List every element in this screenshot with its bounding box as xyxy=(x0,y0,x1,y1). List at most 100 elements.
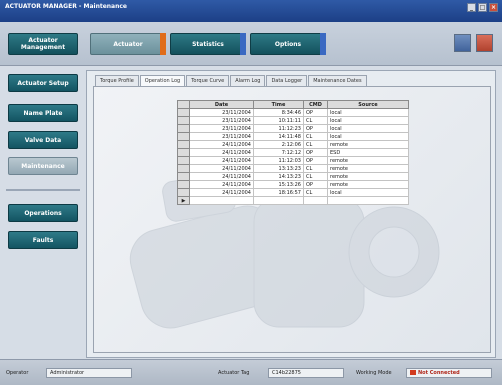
exit-icon[interactable] xyxy=(476,34,493,52)
table-body: 23/11/2004 8:34:46 OP local 23/11/2004 10:11… xyxy=(177,108,409,205)
row-selector[interactable] xyxy=(177,132,190,141)
table-row[interactable]: 24/11/2004 2:12:06 CL remote xyxy=(177,140,409,149)
cell-source: remote xyxy=(327,164,409,173)
cell-date: 23/11/2004 xyxy=(189,108,254,117)
cell-date: 24/11/2004 xyxy=(189,148,254,157)
cell-date: 23/11/2004 xyxy=(189,124,254,133)
tab-label: Maintenance Dates xyxy=(313,78,362,84)
cell-cmd: OP xyxy=(303,156,328,165)
sidebar-item-label: Maintenance xyxy=(21,162,65,170)
operation-log-panel: Date Time CMD Source 23/11/2004 8:34:46 OP… xyxy=(93,86,491,353)
cell-time: 11:12:23 xyxy=(253,124,304,133)
cell-time: 15:13:26 xyxy=(253,180,304,189)
cell-source: remote xyxy=(327,156,409,165)
row-selector[interactable] xyxy=(177,180,190,189)
cell-time: 14:13:23 xyxy=(253,172,304,181)
table-row[interactable]: 23/11/2004 11:12:23 OP local xyxy=(177,124,409,133)
cell-date: 24/11/2004 xyxy=(189,180,254,189)
column-header-source[interactable]: Source xyxy=(327,100,409,109)
sidebar-item-valve-data[interactable]: Valve Data xyxy=(8,131,78,149)
table-row[interactable]: 23/11/2004 14:11:48 CL local xyxy=(177,132,409,141)
sidebar-item-label: Actuator Setup xyxy=(17,79,69,87)
row-selector[interactable] xyxy=(177,108,190,117)
title-bar: ACTUATOR MANAGER - Maintenance _ □ × xyxy=(0,0,502,22)
table-row-new[interactable]: ▶ xyxy=(177,196,409,205)
sidebar-item-actuator-setup[interactable]: Actuator Setup xyxy=(8,74,78,92)
cell-date: 24/11/2004 xyxy=(189,172,254,181)
actuator-tag-field: C14b22875 xyxy=(268,368,344,378)
sidebar-item-label: Valve Data xyxy=(24,136,62,144)
cell-empty xyxy=(253,196,304,205)
tab-label: Operation Log xyxy=(144,78,181,84)
new-row-pointer-icon[interactable]: ▶ xyxy=(177,196,190,205)
column-header-date[interactable]: Date xyxy=(189,100,254,109)
cell-date: 23/11/2004 xyxy=(189,116,254,125)
sidebar-item-label: Faults xyxy=(32,236,54,244)
sidebar-item-maintenance[interactable]: Maintenance xyxy=(8,157,78,175)
sidebar-item-name-plate[interactable]: Name Plate xyxy=(8,104,78,122)
table-row[interactable]: 24/11/2004 15:13:26 OP remote xyxy=(177,180,409,189)
column-header-cmd[interactable]: CMD xyxy=(303,100,328,109)
cell-cmd: OP xyxy=(303,148,328,157)
row-selector[interactable] xyxy=(177,164,190,173)
cell-date: 24/11/2004 xyxy=(189,164,254,173)
cell-source: local xyxy=(327,132,409,141)
cell-cmd: CL xyxy=(303,132,328,141)
table-row[interactable]: 24/11/2004 7:12:12 OP ESD xyxy=(177,148,409,157)
help-icon[interactable] xyxy=(454,34,471,52)
cell-time: 2:12:06 xyxy=(253,140,304,149)
table-row[interactable]: 24/11/2004 11:12:03 OP remote xyxy=(177,156,409,165)
operation-log-table[interactable]: Date Time CMD Source 23/11/2004 8:34:46 OP… xyxy=(177,100,409,205)
cell-cmd: OP xyxy=(303,108,328,117)
cell-empty xyxy=(327,196,409,205)
row-selector[interactable] xyxy=(177,116,190,125)
top-navigation: Actuator Management Actuator Statistics … xyxy=(0,22,502,66)
tab-label: Actuator xyxy=(113,40,143,48)
cell-date: 23/11/2004 xyxy=(189,132,254,141)
cell-time: 7:12:12 xyxy=(253,148,304,157)
tab-options[interactable]: Options xyxy=(250,33,326,55)
window-title: ACTUATOR MANAGER - Maintenance xyxy=(5,3,128,10)
cell-source: remote xyxy=(327,140,409,149)
table-row[interactable]: 24/11/2004 18:16:57 CL local xyxy=(177,188,409,197)
maximize-icon[interactable]: □ xyxy=(478,3,487,12)
table-row[interactable]: 24/11/2004 14:13:23 CL remote xyxy=(177,172,409,181)
cell-source: remote xyxy=(327,180,409,189)
column-header-time[interactable]: Time xyxy=(253,100,304,109)
cell-time: 14:11:48 xyxy=(253,132,304,141)
row-selector-header xyxy=(177,100,190,109)
tab-label: Statistics xyxy=(192,40,224,48)
sidebar-item-label: Operations xyxy=(24,209,62,217)
row-selector[interactable] xyxy=(177,140,190,149)
row-selector[interactable] xyxy=(177,156,190,165)
main-panel: Torque Profile Operation Log Torque Curv… xyxy=(86,70,496,358)
tab-actuator[interactable]: Actuator xyxy=(90,33,166,55)
table-row[interactable]: 23/11/2004 10:11:11 CL local xyxy=(177,116,409,125)
cell-time: 8:34:46 xyxy=(253,108,304,117)
table-row[interactable]: 23/11/2004 8:34:46 OP local xyxy=(177,108,409,117)
tab-actuator-management[interactable]: Actuator Management xyxy=(8,33,78,55)
tab-label: Alarm Log xyxy=(235,78,261,84)
tab-statistics[interactable]: Statistics xyxy=(170,33,246,55)
close-icon[interactable]: × xyxy=(489,3,498,12)
tab-label: Actuator Management xyxy=(20,37,66,51)
sidebar-item-faults[interactable]: Faults xyxy=(8,231,78,249)
actuator-tag-value: C14b22875 xyxy=(272,370,301,376)
minimize-icon[interactable]: _ xyxy=(467,3,476,12)
row-selector[interactable] xyxy=(177,172,190,181)
cell-cmd: CL xyxy=(303,140,328,149)
sidebar-item-operations[interactable]: Operations xyxy=(8,204,78,222)
cell-time: 13:13:23 xyxy=(253,164,304,173)
cell-empty xyxy=(303,196,328,205)
cell-source: ESD xyxy=(327,148,409,157)
connection-status-text: Not Connected xyxy=(418,370,460,376)
row-selector[interactable] xyxy=(177,188,190,197)
row-selector[interactable] xyxy=(177,148,190,157)
tab-accent-marker xyxy=(160,33,166,55)
table-row[interactable]: 24/11/2004 13:13:23 CL remote xyxy=(177,164,409,173)
status-indicator-icon xyxy=(410,370,416,375)
window-controls: _ □ × xyxy=(467,3,498,12)
tab-accent-marker xyxy=(240,33,246,55)
working-mode-label: Working Mode xyxy=(356,370,392,376)
row-selector[interactable] xyxy=(177,124,190,133)
